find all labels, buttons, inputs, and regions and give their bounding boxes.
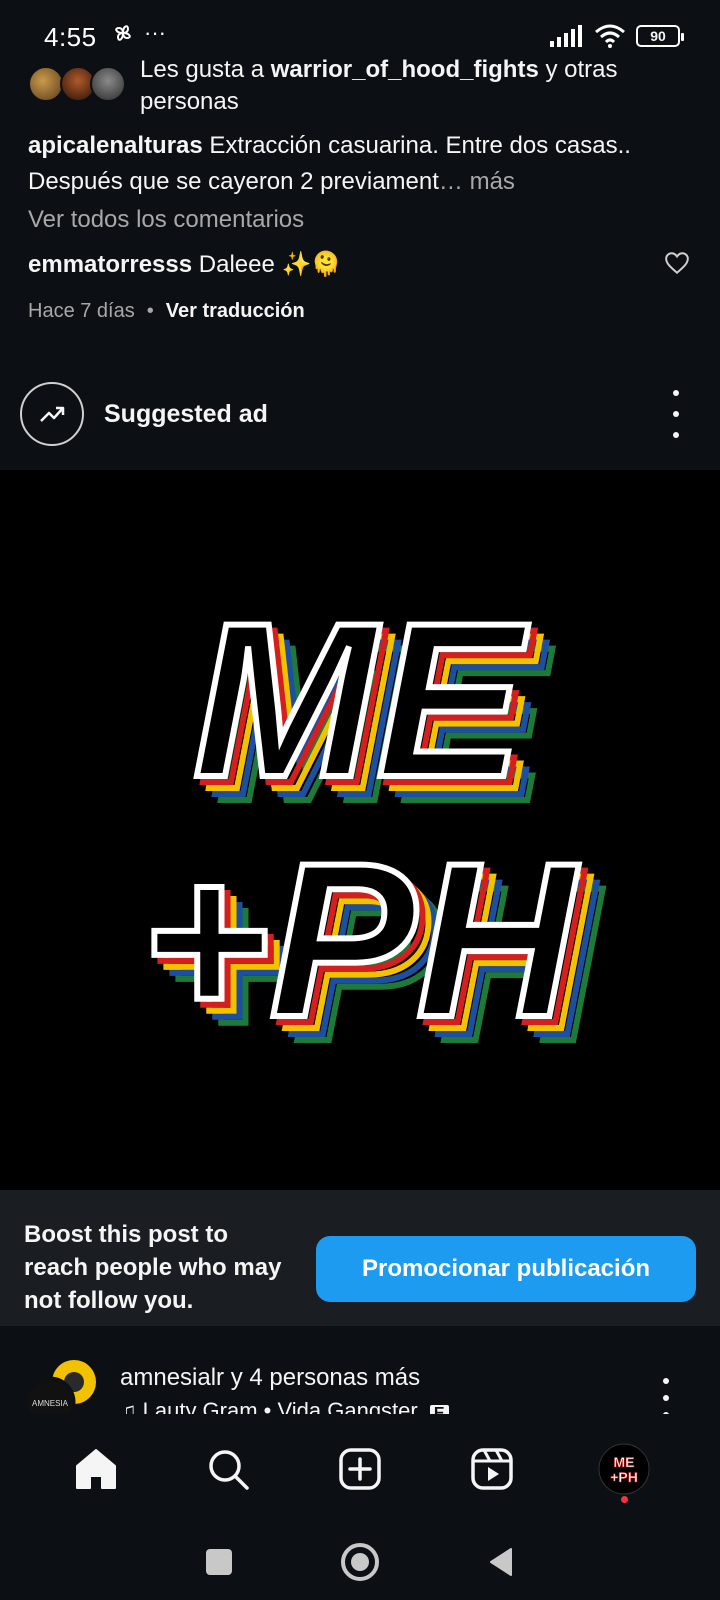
next-post-avatars[interactable]: AMNESIA	[24, 1358, 98, 1414]
post-meta-row: Hace 7 días • Ver traducción	[28, 300, 305, 323]
next-post-options-menu[interactable]	[658, 1378, 674, 1414]
caption-user[interactable]: apicalenalturas	[28, 132, 203, 159]
bottom-nav: ME +PH	[0, 1414, 720, 1524]
trending-up-icon	[40, 406, 65, 422]
menu-dot	[673, 411, 679, 417]
liker-avatar	[28, 66, 64, 102]
notification-dot	[621, 1496, 628, 1503]
caption-more-link[interactable]: más	[463, 168, 515, 195]
next-post-music-text: Lauty Gram • Vida Gangster	[142, 1398, 418, 1414]
art-layer-white: +PH	[141, 817, 579, 1063]
nav-search[interactable]	[198, 1439, 258, 1499]
nav-home[interactable]	[66, 1439, 126, 1499]
nav-create[interactable]	[330, 1439, 390, 1499]
status-time: 4:55	[44, 22, 97, 52]
post-time: Hace 7 días	[28, 300, 135, 322]
view-all-comments-link[interactable]: Ver todos los comentarios	[28, 206, 304, 234]
battery-indicator: 90	[636, 25, 684, 47]
meta-separator: •	[146, 300, 154, 322]
wifi-icon	[595, 24, 625, 48]
post-caption: apicalenalturas Extracción casuarina. En…	[28, 128, 688, 200]
comment: emmatorresss Daleee ✨🫠	[28, 250, 341, 279]
battery-level: 90	[650, 28, 666, 44]
boost-text: Boost this post to reach people who may …	[24, 1221, 282, 1314]
android-system-nav	[0, 1524, 720, 1600]
add-post-icon	[339, 1448, 381, 1490]
promote-post-button[interactable]: Promocionar publicación	[316, 1236, 696, 1302]
next-post-music[interactable]: ♫ Lauty Gram • Vida Gangster E	[120, 1398, 449, 1414]
ad-options-menu[interactable]	[666, 390, 686, 438]
art-layer-white: ME	[193, 577, 529, 823]
likes-text: Les gusta a warrior_of_hood_fights y otr…	[140, 54, 700, 118]
ad-header: Suggested ad	[20, 382, 700, 448]
menu-dot	[663, 1378, 669, 1384]
nav-profile[interactable]: ME +PH	[594, 1439, 654, 1503]
caption-ellipsis: …	[438, 168, 463, 195]
home-icon	[76, 1449, 116, 1489]
menu-dot	[663, 1395, 669, 1401]
likes-user[interactable]: warrior_of_hood_fights	[271, 56, 539, 83]
next-post-avatar-art: AMNESIA	[24, 1360, 96, 1414]
recents-icon[interactable]	[203, 1546, 235, 1578]
next-post-header: AMNESIA amnesialr y 4 personas más ♫ Lau…	[0, 1350, 720, 1414]
signal-icon	[550, 25, 582, 47]
ad-image[interactable]: ME ME ME ME ME +PH +PH +PH +PH +PH	[0, 470, 720, 1190]
search-icon	[209, 1450, 249, 1490]
status-extra: ···	[110, 20, 166, 46]
see-translation-link[interactable]: Ver traducción	[166, 300, 305, 323]
status-right: 90	[550, 24, 684, 48]
home-circle-icon[interactable]	[340, 1542, 380, 1582]
ad-artwork: ME ME ME ME ME +PH +PH +PH +PH +PH	[138, 574, 606, 1090]
liker-avatars[interactable]	[28, 66, 128, 110]
status-more-dots: ···	[144, 20, 166, 45]
comment-like-heart-icon[interactable]	[664, 250, 690, 276]
reels-icon	[471, 1448, 513, 1490]
svg-text:ME: ME	[614, 1454, 635, 1470]
comment-user[interactable]: emmatorresss	[28, 251, 192, 278]
boost-banner: Boost this post to reach people who may …	[0, 1190, 720, 1326]
menu-dot	[673, 390, 679, 396]
next-post-user[interactable]: amnesialr y 4 personas más	[120, 1364, 420, 1392]
nav-reels[interactable]	[462, 1439, 522, 1499]
music-note-icon: ♫	[120, 1398, 143, 1414]
menu-dot	[673, 432, 679, 438]
explicit-badge: E	[429, 1405, 449, 1414]
pinwheel-icon	[115, 25, 131, 41]
amnesia-avatar-label: AMNESIA	[32, 1399, 69, 1408]
svg-text:+PH: +PH	[610, 1469, 638, 1485]
likes-row[interactable]: Les gusta a warrior_of_hood_fights y otr…	[28, 54, 708, 124]
comment-text: Daleee ✨🫠	[192, 251, 342, 278]
likes-prefix: Les gusta a	[140, 56, 271, 83]
suggested-ad-label[interactable]: Suggested ad	[104, 400, 268, 429]
ad-trending-avatar[interactable]	[20, 382, 84, 446]
profile-avatar: ME +PH	[598, 1443, 650, 1495]
back-icon[interactable]	[485, 1546, 517, 1578]
liker-avatar	[90, 66, 126, 102]
